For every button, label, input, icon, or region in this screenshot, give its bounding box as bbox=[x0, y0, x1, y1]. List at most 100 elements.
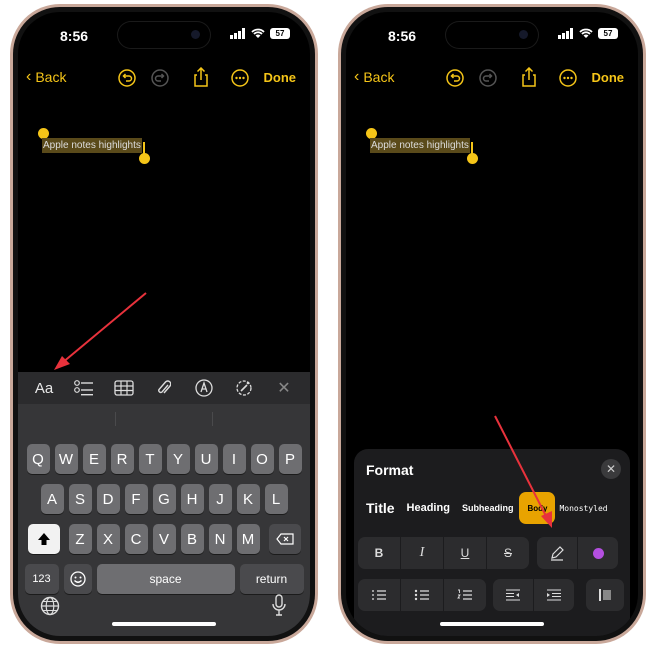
emoji-icon bbox=[69, 571, 86, 587]
numbered-list-icon bbox=[457, 589, 472, 600]
writing-tools-icon[interactable] bbox=[229, 379, 259, 397]
redo-icon[interactable] bbox=[151, 69, 169, 87]
note-body[interactable]: Apple notes highlights bbox=[42, 138, 142, 153]
bulleted-list-icon bbox=[414, 589, 429, 601]
selection-end-handle[interactable] bbox=[467, 153, 478, 164]
key-row-3: ZXCVBNM bbox=[18, 524, 310, 554]
key-z[interactable]: Z bbox=[68, 524, 92, 554]
style-heading[interactable]: Heading bbox=[401, 502, 456, 514]
indent-group bbox=[493, 579, 574, 611]
indent-button[interactable] bbox=[534, 579, 574, 611]
dynamic-island bbox=[118, 22, 210, 48]
microphone-icon[interactable] bbox=[272, 594, 286, 616]
markup-pen-icon[interactable] bbox=[189, 379, 219, 397]
key-w[interactable]: W bbox=[54, 444, 78, 474]
key-j[interactable]: J bbox=[208, 484, 232, 514]
close-icon[interactable]: ✕ bbox=[269, 378, 299, 398]
key-u[interactable]: U bbox=[194, 444, 218, 474]
share-icon[interactable] bbox=[521, 67, 537, 87]
status-icons: 57 bbox=[558, 28, 618, 39]
key-k[interactable]: K bbox=[236, 484, 260, 514]
key-p[interactable]: P bbox=[278, 444, 302, 474]
key-d[interactable]: D bbox=[96, 484, 120, 514]
annotation-arrow-right bbox=[494, 415, 552, 528]
done-button[interactable]: Done bbox=[264, 70, 297, 85]
battery-icon: 57 bbox=[270, 28, 290, 39]
outdent-icon bbox=[506, 589, 520, 601]
highlight-pen-button[interactable] bbox=[537, 537, 578, 569]
status-time: 8:56 bbox=[60, 28, 89, 44]
return-key[interactable]: return bbox=[239, 564, 304, 594]
notes-screen-right: 8:56 57 ‹ Back Done Apple notes highligh… bbox=[346, 12, 638, 636]
italic-button[interactable]: I bbox=[401, 537, 444, 569]
done-button[interactable]: Done bbox=[592, 70, 625, 85]
undo-icon[interactable] bbox=[118, 69, 136, 87]
space-key[interactable]: space bbox=[96, 564, 235, 594]
key-l[interactable]: L bbox=[264, 484, 288, 514]
wifi-icon bbox=[579, 28, 593, 38]
key-x[interactable]: X bbox=[96, 524, 120, 554]
globe-icon[interactable] bbox=[40, 596, 60, 616]
numbered-list-button[interactable] bbox=[444, 579, 486, 611]
more-icon[interactable] bbox=[559, 69, 577, 87]
key-o[interactable]: O bbox=[250, 444, 274, 474]
key-i[interactable]: I bbox=[222, 444, 246, 474]
strikethrough-button[interactable]: S bbox=[487, 537, 529, 569]
outdent-button[interactable] bbox=[493, 579, 534, 611]
key-h[interactable]: H bbox=[180, 484, 204, 514]
dashed-list-button[interactable] bbox=[358, 579, 401, 611]
bulleted-list-button[interactable] bbox=[401, 579, 444, 611]
home-indicator bbox=[112, 622, 216, 626]
highlight-color-button[interactable] bbox=[578, 537, 618, 569]
key-row-4: 123 space return bbox=[18, 564, 310, 594]
key-f[interactable]: F bbox=[124, 484, 148, 514]
block-quote-group bbox=[586, 579, 624, 611]
shift-key[interactable] bbox=[27, 524, 60, 554]
share-icon[interactable] bbox=[193, 67, 209, 87]
key-e[interactable]: E bbox=[82, 444, 106, 474]
delete-key[interactable] bbox=[268, 524, 301, 554]
selected-text[interactable]: Apple notes highlights bbox=[370, 138, 470, 153]
key-a[interactable]: A bbox=[40, 484, 64, 514]
highlighter-pen-icon bbox=[551, 546, 564, 561]
key-q[interactable]: Q bbox=[26, 444, 50, 474]
undo-icon[interactable] bbox=[446, 69, 464, 87]
back-button[interactable]: ‹ Back bbox=[26, 68, 66, 86]
numbers-key[interactable]: 123 bbox=[24, 564, 59, 594]
style-title[interactable]: Title bbox=[360, 500, 401, 516]
key-n[interactable]: N bbox=[208, 524, 232, 554]
key-m[interactable]: M bbox=[236, 524, 260, 554]
more-icon[interactable] bbox=[231, 69, 249, 87]
home-indicator bbox=[440, 622, 544, 626]
chevron-left-icon: ‹ bbox=[26, 68, 32, 85]
block-quote-button[interactable] bbox=[586, 579, 624, 611]
note-body[interactable]: Apple notes highlights bbox=[370, 138, 470, 153]
key-s[interactable]: S bbox=[68, 484, 92, 514]
bold-button[interactable]: B bbox=[358, 537, 401, 569]
key-c[interactable]: C bbox=[124, 524, 148, 554]
redo-icon[interactable] bbox=[479, 69, 497, 87]
key-v[interactable]: V bbox=[152, 524, 176, 554]
keyboard: QWERTYUIOP ASDFGHJKL ZXCVBNM 123 space r… bbox=[18, 404, 310, 636]
key-b[interactable]: B bbox=[180, 524, 204, 554]
emoji-key[interactable] bbox=[63, 564, 92, 594]
key-y[interactable]: Y bbox=[166, 444, 190, 474]
selected-text[interactable]: Apple notes highlights bbox=[42, 138, 142, 153]
key-g[interactable]: G bbox=[152, 484, 176, 514]
chevron-left-icon: ‹ bbox=[354, 68, 360, 85]
phone-right: 8:56 57 ‹ Back Done Apple notes highligh… bbox=[338, 4, 646, 644]
dashed-list-icon bbox=[372, 590, 386, 600]
underline-button[interactable]: U bbox=[444, 537, 487, 569]
back-button[interactable]: ‹ Back bbox=[354, 68, 394, 86]
key-t[interactable]: T bbox=[138, 444, 162, 474]
status-icons: 57 bbox=[230, 28, 290, 39]
selection-end-handle[interactable] bbox=[139, 153, 150, 164]
suggestion-bar bbox=[18, 404, 310, 434]
nav-bar: ‹ Back Done bbox=[346, 66, 638, 92]
signal-icon bbox=[230, 28, 245, 39]
close-icon[interactable]: ✕ bbox=[601, 459, 621, 479]
format-title: Format bbox=[366, 462, 414, 478]
keyboard-bottom-bar bbox=[18, 592, 310, 626]
key-r[interactable]: R bbox=[110, 444, 134, 474]
indent-icon bbox=[547, 589, 561, 601]
